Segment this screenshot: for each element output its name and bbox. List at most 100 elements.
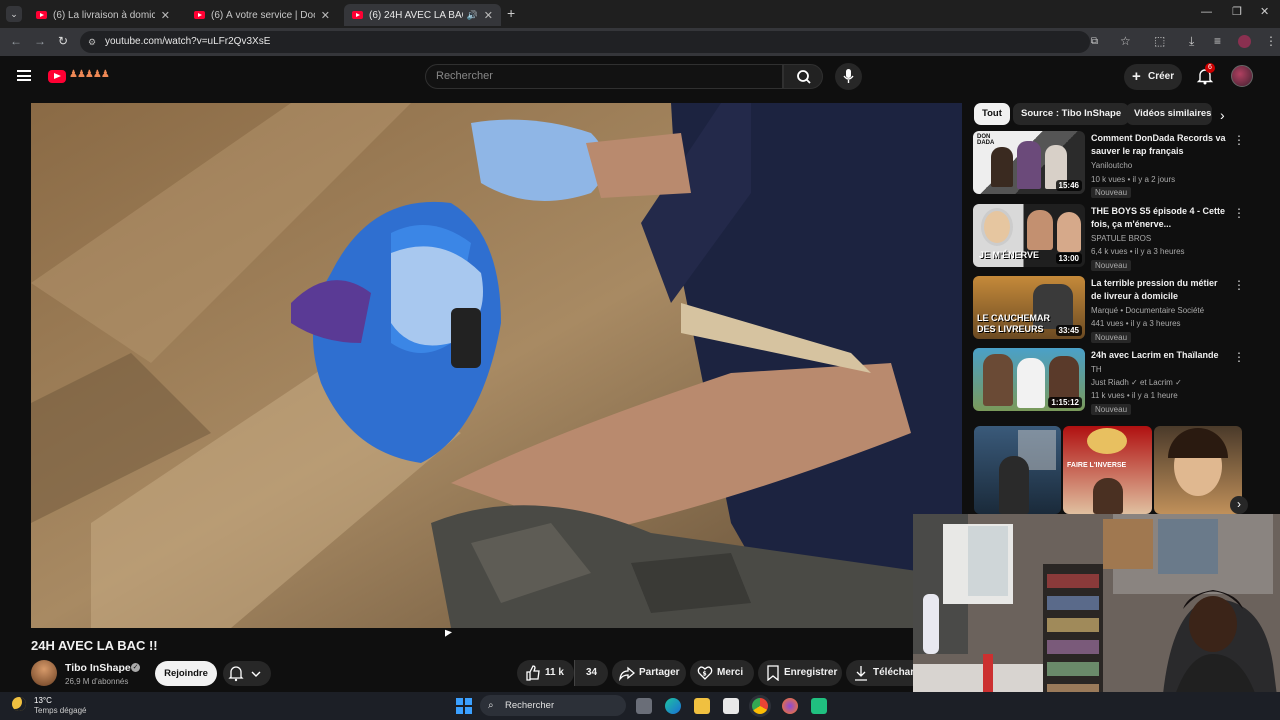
downloads-icon[interactable]: ⤓ xyxy=(1189,34,1194,49)
video-player[interactable] xyxy=(31,103,962,628)
close-tab-icon[interactable]: ✕ xyxy=(161,9,170,22)
subscriber-count: 26,9 M d'abonnés xyxy=(65,677,129,686)
recommendation-title: 24h avec Lacrim en Thaïlande xyxy=(1091,350,1219,360)
short-thumbnail[interactable]: FAIRE L'INVERSE xyxy=(1063,426,1152,514)
browser-tab-bar: ⌄ (6) La livraison à domicile : de l' ✕ … xyxy=(0,0,1280,28)
more-options-icon[interactable]: ⋮ xyxy=(1233,278,1245,292)
forward-icon[interactable]: → xyxy=(34,34,46,48)
recommendation-channel: Marqué • Documentaire Société xyxy=(1091,306,1205,315)
back-icon[interactable]: ← xyxy=(10,34,22,48)
recommendation-item[interactable]: 1:15:12 24h avec Lacrim en Thaïlande TH … xyxy=(973,348,1245,415)
media-app-icon[interactable] xyxy=(811,698,827,714)
new-badge: Nouveau xyxy=(1091,404,1132,415)
recommendation-channel: Just Riadh ✓ et Lacrim ✓ xyxy=(1091,378,1182,387)
create-button[interactable]: + Créer xyxy=(1124,64,1182,90)
chip-all[interactable]: Tout xyxy=(974,103,1010,125)
thumbnail-text: LE CAUCHEMAR DES LIVREURS xyxy=(977,313,1050,334)
recommendation-item[interactable]: DON DADA 15:46 Comment DonDada Records va… xyxy=(973,131,1245,198)
bookmark-star-icon[interactable]: ☆ xyxy=(1120,34,1131,48)
recommendation-title-continued: TH xyxy=(1091,365,1102,374)
share-button[interactable]: Partager xyxy=(612,660,686,686)
subscribe-notification-button[interactable] xyxy=(223,661,271,686)
download-button[interactable]: Télécharg xyxy=(846,660,913,686)
more-options-icon[interactable]: ⋮ xyxy=(1233,206,1245,220)
channel-name[interactable]: Tibo InShape xyxy=(65,662,131,674)
file-explorer-icon[interactable] xyxy=(694,698,710,714)
video-frame xyxy=(31,103,962,628)
recommendation-item[interactable]: JE M'ÉNERVE 13:00 THE BOYS S5 épisode 4 … xyxy=(973,204,1245,271)
browser-tab-1[interactable]: (6) La livraison à domicile : de l' ✕ xyxy=(28,4,178,26)
join-button[interactable]: Rejoindre xyxy=(155,661,217,686)
short-thumbnail[interactable] xyxy=(974,426,1061,514)
youtube-favicon-icon xyxy=(194,11,205,19)
short-thumbnail[interactable] xyxy=(1154,426,1242,514)
video-thumbnail: 1:15:12 xyxy=(973,348,1085,411)
profile-avatar-icon[interactable] xyxy=(1238,35,1251,48)
tab-search-dropdown[interactable]: ⌄ xyxy=(6,6,22,22)
close-tab-icon[interactable]: ✕ xyxy=(484,9,493,22)
browser-menu-icon[interactable]: ⋮ xyxy=(1265,34,1277,48)
recommendation-title: THE BOYS S5 épisode 4 - Cette fois, ça m… xyxy=(1091,206,1226,229)
more-options-icon[interactable]: ⋮ xyxy=(1233,133,1245,147)
video-duration: 15:46 xyxy=(1055,180,1082,191)
share-label: Partager xyxy=(639,667,680,678)
recommendation-item[interactable]: LE CAUCHEMAR DES LIVREURS 33:45 La terri… xyxy=(973,276,1245,343)
recommendation-meta: 11 k vues • il y a 1 heure xyxy=(1091,391,1178,400)
site-info-icon[interactable]: ⚙ xyxy=(88,31,96,53)
firefox-icon[interactable] xyxy=(782,698,798,714)
browser-tab-3[interactable]: (6) 24H AVEC LA BAC !! - Yo 🔊 ✕ xyxy=(344,4,501,26)
account-avatar[interactable] xyxy=(1231,65,1253,87)
thanks-heart-icon: $ xyxy=(697,666,713,680)
voice-search-button[interactable] xyxy=(835,63,862,90)
windows-start-icon[interactable] xyxy=(456,698,472,714)
close-window-icon[interactable]: ✕ xyxy=(1260,5,1269,18)
bookmark-icon xyxy=(767,665,779,681)
browser-tab-2[interactable]: (6) À votre service | Documentai ✕ xyxy=(186,4,338,26)
webcam-overlay xyxy=(913,514,1280,720)
recommendation-meta: 10 k vues • il y a 2 jours xyxy=(1091,175,1176,184)
media-control-icon[interactable]: ≡ xyxy=(1214,34,1221,48)
video-duration: 33:45 xyxy=(1055,325,1082,336)
shorts-next-button[interactable]: › xyxy=(1230,496,1248,514)
taskbar-search-label: Rechercher xyxy=(505,700,555,711)
save-button[interactable]: Enregistrer xyxy=(758,660,842,686)
youtube-favicon-icon xyxy=(352,11,363,19)
reload-icon[interactable]: ↻ xyxy=(58,34,68,48)
weather-temperature[interactable]: 13°C xyxy=(34,696,52,705)
url-text: youtube.com/watch?v=uLFr2Qv3XsE xyxy=(105,36,271,47)
edge-icon[interactable] xyxy=(665,698,681,714)
hamburger-menu-icon[interactable] xyxy=(17,70,31,81)
extensions-icon[interactable]: ⬚ xyxy=(1154,34,1165,48)
url-field[interactable]: ⚙ youtube.com/watch?v=uLFr2Qv3XsE ⧉ xyxy=(80,31,1098,53)
new-tab-icon[interactable]: + xyxy=(507,5,515,21)
install-app-icon[interactable]: ⧉ xyxy=(1091,31,1098,53)
task-view-icon[interactable] xyxy=(636,698,652,714)
weather-moon-icon[interactable] xyxy=(12,697,26,711)
more-options-icon[interactable]: ⋮ xyxy=(1233,350,1245,364)
video-thumbnail: JE M'ÉNERVE 13:00 xyxy=(973,204,1085,267)
channel-avatar[interactable] xyxy=(31,660,57,686)
recommendation-meta: 441 vues • il y a 3 heures xyxy=(1091,319,1181,328)
weather-description[interactable]: Temps dégagé xyxy=(34,706,86,715)
minimize-icon[interactable]: — xyxy=(1201,6,1212,18)
youtube-logo[interactable] xyxy=(48,70,66,83)
search-icon xyxy=(797,70,811,84)
maximize-icon[interactable]: ❐ xyxy=(1232,5,1242,18)
comment-count: 34 xyxy=(585,667,598,678)
chip-similar-videos[interactable]: Vidéos similaires xyxy=(1126,103,1212,125)
chrome-icon[interactable] xyxy=(752,698,768,714)
dislike-button[interactable]: 34 xyxy=(574,660,608,686)
notifications-button[interactable]: 6 xyxy=(1195,63,1215,86)
like-button[interactable]: 11 k xyxy=(517,660,574,686)
search-button[interactable] xyxy=(783,64,823,89)
microsoft-store-icon[interactable] xyxy=(723,698,739,714)
chevron-right-icon[interactable]: › xyxy=(1220,107,1225,123)
create-label: Créer xyxy=(1148,71,1175,82)
recommendation-title: La terrible pression du métier de livreu… xyxy=(1091,278,1218,301)
search-input[interactable]: Rechercher xyxy=(425,64,783,89)
thanks-button[interactable]: $ Merci xyxy=(690,660,754,686)
close-tab-icon[interactable]: ✕ xyxy=(321,9,330,22)
taskbar-search-box[interactable]: ⌕ Rechercher xyxy=(480,695,626,716)
chip-source[interactable]: Source : Tibo InShape xyxy=(1013,103,1130,125)
speaker-icon[interactable]: 🔊 xyxy=(467,10,478,21)
